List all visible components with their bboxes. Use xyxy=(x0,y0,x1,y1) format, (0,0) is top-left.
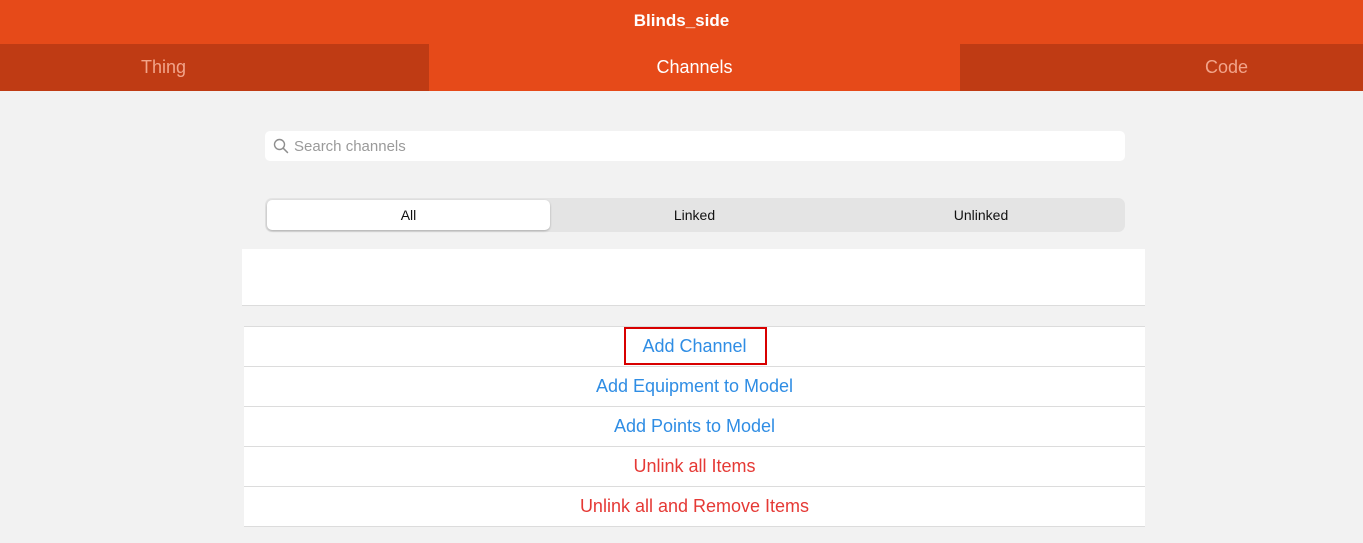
add-points-to-model-button[interactable]: Add Points to Model xyxy=(244,407,1145,447)
add-channel-button[interactable]: Add Channel xyxy=(244,327,1145,367)
channel-list xyxy=(242,249,1145,306)
tab-bar: Thing Channels Code xyxy=(0,44,1363,91)
tab-code[interactable]: Code xyxy=(960,44,1363,91)
add-points-label: Add Points to Model xyxy=(613,416,776,436)
actions-list: Add Channel Add Equipment to Model Add P… xyxy=(244,326,1145,527)
tab-thing[interactable]: Thing xyxy=(0,44,429,91)
search-input[interactable] xyxy=(294,133,1094,159)
unlink-all-items-button[interactable]: Unlink all Items xyxy=(244,447,1145,487)
add-channel-label: Add Channel xyxy=(642,336,747,356)
filter-all-button[interactable]: All xyxy=(267,200,550,230)
tab-channels[interactable]: Channels xyxy=(429,44,960,91)
filter-unlinked-button[interactable]: Unlinked xyxy=(839,200,1123,230)
add-equipment-label: Add Equipment to Model xyxy=(595,376,794,396)
search-icon xyxy=(273,138,289,154)
page-title: Blinds_side xyxy=(633,11,730,30)
unlink-all-items-label: Unlink all Items xyxy=(633,456,756,476)
add-equipment-to-model-button[interactable]: Add Equipment to Model xyxy=(244,367,1145,407)
unlink-and-remove-label: Unlink all and Remove Items xyxy=(579,496,810,516)
unlink-all-and-remove-items-button[interactable]: Unlink all and Remove Items xyxy=(244,487,1145,527)
navbar: Blinds_side xyxy=(0,0,1363,44)
channel-filter: All Linked Unlinked xyxy=(265,198,1125,232)
search-bar[interactable] xyxy=(265,131,1125,161)
filter-linked-button[interactable]: Linked xyxy=(550,200,839,230)
